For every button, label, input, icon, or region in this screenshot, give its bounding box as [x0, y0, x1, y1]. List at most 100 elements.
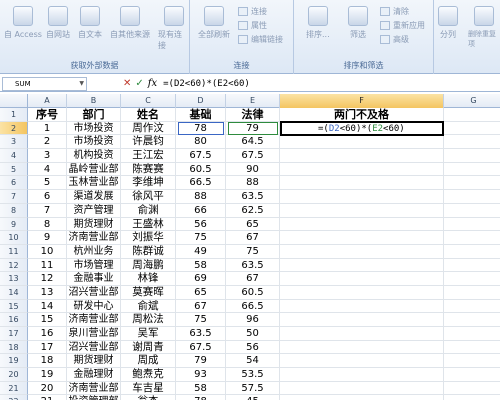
- table-cell[interactable]: [444, 231, 500, 245]
- row-header[interactable]: 15: [0, 299, 28, 314]
- from-access-button[interactable]: 自 Access: [4, 6, 42, 40]
- table-cell[interactable]: 67.5: [176, 149, 226, 163]
- table-cell[interactable]: [444, 354, 500, 369]
- table-cell[interactable]: 96: [226, 313, 280, 327]
- table-cell[interactable]: 65: [226, 217, 280, 232]
- table-cell[interactable]: [280, 285, 444, 300]
- table-cell[interactable]: 谢周青: [121, 340, 176, 355]
- row-header[interactable]: 3: [0, 135, 28, 150]
- table-cell[interactable]: 21: [28, 395, 67, 400]
- table-cell[interactable]: 78: [176, 121, 226, 136]
- table-cell[interactable]: [280, 162, 444, 177]
- table-cell[interactable]: [444, 190, 500, 204]
- table-cell[interactable]: 王江宏: [121, 149, 176, 163]
- table-cell[interactable]: 66.5: [176, 176, 226, 191]
- name-box[interactable]: SUM ▼: [2, 76, 87, 91]
- row-header[interactable]: 2: [0, 121, 28, 136]
- table-cell[interactable]: [280, 203, 444, 218]
- table-cell[interactable]: [280, 135, 444, 150]
- table-cell[interactable]: 69: [176, 272, 226, 286]
- table-cell[interactable]: 16: [28, 327, 67, 341]
- table-cell[interactable]: 1: [28, 121, 67, 136]
- table-cell[interactable]: 8: [28, 217, 67, 232]
- table-cell[interactable]: [444, 327, 500, 341]
- table-cell[interactable]: 78: [176, 395, 226, 400]
- table-cell[interactable]: [444, 204, 500, 218]
- table-cell[interactable]: 金融事业: [67, 272, 121, 286]
- table-cell[interactable]: 俞斌: [121, 299, 176, 314]
- table-cell[interactable]: [280, 327, 444, 341]
- header-cell[interactable]: 基础: [176, 108, 226, 122]
- table-cell[interactable]: 沼兴营业部: [67, 285, 121, 300]
- table-cell[interactable]: 周海鹏: [121, 258, 176, 273]
- row-header[interactable]: 8: [0, 203, 28, 218]
- header-cell[interactable]: 两门不及格: [280, 108, 444, 122]
- row-header[interactable]: 17: [0, 327, 28, 341]
- table-cell[interactable]: 54: [226, 354, 280, 369]
- table-cell[interactable]: 车吉星: [121, 381, 176, 396]
- select-all-corner[interactable]: [0, 94, 28, 108]
- table-cell[interactable]: [444, 300, 500, 314]
- row-header[interactable]: 1: [0, 108, 28, 122]
- table-cell[interactable]: 6: [28, 190, 67, 204]
- table-cell[interactable]: 65: [176, 285, 226, 300]
- table-cell[interactable]: 64.5: [226, 135, 280, 150]
- table-cell[interactable]: [444, 218, 500, 232]
- filter-button[interactable]: 筛选: [348, 6, 368, 40]
- table-cell[interactable]: 周松法: [121, 313, 176, 327]
- table-cell[interactable]: 林锋: [121, 272, 176, 286]
- table-cell[interactable]: 15: [28, 313, 67, 327]
- row-header[interactable]: 14: [0, 285, 28, 300]
- table-cell[interactable]: 王盛林: [121, 217, 176, 232]
- table-cell[interactable]: [444, 272, 500, 286]
- table-cell[interactable]: 泉川营业部: [67, 327, 121, 341]
- table-cell[interactable]: 翁杰: [121, 395, 176, 400]
- enter-icon[interactable]: ✓: [135, 78, 143, 89]
- row-header[interactable]: 4: [0, 149, 28, 163]
- row-header[interactable]: 22: [0, 395, 28, 400]
- table-cell[interactable]: [444, 382, 500, 396]
- header-cell[interactable]: 序号: [28, 108, 67, 122]
- table-cell[interactable]: 鲍焘克: [121, 368, 176, 382]
- table-cell[interactable]: 济南营业部: [67, 231, 121, 245]
- table-cell[interactable]: [444, 149, 500, 163]
- refresh-all-button[interactable]: 全部刷新: [198, 6, 230, 40]
- from-other-sources-button[interactable]: 自其他来源: [110, 6, 150, 40]
- column-header-a[interactable]: A: [28, 94, 67, 108]
- clear-button[interactable]: 清除: [380, 6, 409, 17]
- from-web-button[interactable]: 自网站: [46, 6, 70, 40]
- row-header[interactable]: 13: [0, 272, 28, 286]
- table-cell[interactable]: 市场投资: [67, 121, 121, 136]
- table-cell[interactable]: [280, 149, 444, 163]
- column-header-d[interactable]: D: [176, 94, 226, 108]
- table-cell[interactable]: 75: [176, 313, 226, 327]
- table-cell[interactable]: 66.5: [226, 299, 280, 314]
- row-header[interactable]: 5: [0, 162, 28, 177]
- column-header-g[interactable]: G: [444, 94, 500, 108]
- table-cell[interactable]: 济南营业部: [67, 381, 121, 396]
- table-cell[interactable]: [280, 244, 444, 259]
- connections-button[interactable]: 连接: [238, 6, 267, 17]
- table-cell[interactable]: 刘振华: [121, 231, 176, 245]
- table-cell[interactable]: 79: [176, 354, 226, 369]
- table-cell[interactable]: 13: [28, 285, 67, 300]
- table-cell[interactable]: [280, 190, 444, 204]
- table-cell[interactable]: 市场管理: [67, 258, 121, 273]
- column-header-e[interactable]: E: [226, 94, 280, 108]
- table-cell[interactable]: 67: [226, 231, 280, 245]
- table-cell[interactable]: [444, 176, 500, 191]
- table-cell[interactable]: 63.5: [226, 258, 280, 273]
- table-cell[interactable]: [280, 258, 444, 273]
- text-to-columns-button[interactable]: 分列: [438, 6, 458, 40]
- table-cell[interactable]: 12: [28, 272, 67, 286]
- remove-duplicates-button[interactable]: 删除重复项: [468, 6, 500, 49]
- table-cell[interactable]: 93: [176, 368, 226, 382]
- table-cell[interactable]: [280, 313, 444, 327]
- table-cell[interactable]: 14: [28, 299, 67, 314]
- worksheet-grid[interactable]: ABCDEFG 1 序号 部门 姓名 基础 法律 两门不及格 2 1 市场投资 周作汶 78 79 3 2 市…: [0, 94, 500, 400]
- table-cell[interactable]: [444, 368, 500, 382]
- table-cell[interactable]: [444, 286, 500, 300]
- row-header[interactable]: 16: [0, 313, 28, 327]
- table-cell[interactable]: 机构投资: [67, 149, 121, 163]
- reapply-button[interactable]: 重新应用: [380, 20, 425, 31]
